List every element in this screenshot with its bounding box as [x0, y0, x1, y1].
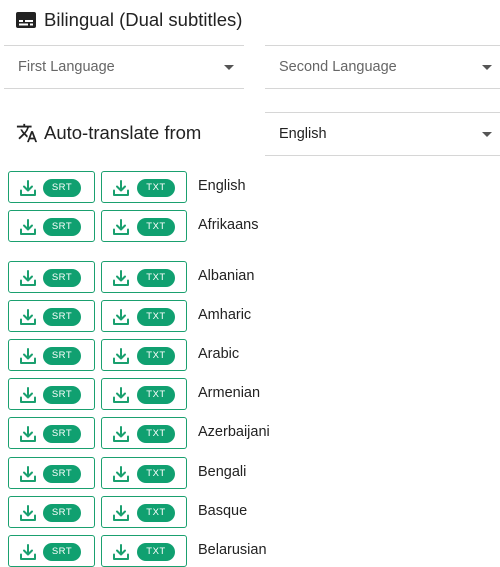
- language-label: Bengali: [198, 464, 247, 480]
- download-txt-button[interactable]: TXT: [101, 210, 187, 242]
- download-icon: [20, 426, 36, 442]
- language-label: Amharic: [198, 307, 252, 323]
- download-txt-button[interactable]: TXT: [101, 378, 187, 410]
- download-srt-button[interactable]: SRT: [8, 496, 95, 528]
- txt-badge: TXT: [137, 386, 175, 404]
- auto-translate-label-row: Auto-translate from: [16, 120, 201, 146]
- download-icon: [113, 426, 129, 442]
- download-txt-button[interactable]: TXT: [101, 171, 187, 203]
- txt-badge: TXT: [137, 179, 175, 197]
- language-row: SRT TXT Amharic: [8, 300, 500, 332]
- download-icon: [20, 219, 36, 235]
- srt-badge: SRT: [43, 269, 81, 287]
- download-icon: [113, 219, 129, 235]
- language-row: SRT TXT Arabic: [8, 339, 500, 371]
- download-srt-button[interactable]: SRT: [8, 417, 95, 449]
- srt-badge: SRT: [43, 347, 81, 365]
- srt-badge: SRT: [43, 465, 81, 483]
- srt-badge: SRT: [43, 543, 81, 561]
- srt-badge: SRT: [43, 218, 81, 236]
- txt-badge: TXT: [137, 347, 175, 365]
- download-icon: [113, 505, 129, 521]
- download-srt-button[interactable]: SRT: [8, 300, 95, 332]
- second-language-select[interactable]: Second Language: [265, 45, 500, 89]
- download-icon: [20, 180, 36, 196]
- language-label: English: [198, 178, 246, 194]
- srt-badge: SRT: [43, 386, 81, 404]
- txt-badge: TXT: [137, 218, 175, 236]
- language-row: SRT TXT Afrikaans: [8, 210, 500, 242]
- language-row: SRT TXT Bengali: [8, 457, 500, 489]
- language-label: Armenian: [198, 385, 261, 401]
- download-icon: [20, 309, 36, 325]
- download-txt-button[interactable]: TXT: [101, 496, 187, 528]
- dual-subtitles-header: Bilingual (Dual subtitles): [16, 7, 242, 33]
- download-icon: [113, 348, 129, 364]
- txt-badge: TXT: [137, 269, 175, 287]
- language-label: Albanian: [198, 268, 255, 284]
- first-language-placeholder: First Language: [18, 59, 115, 75]
- language-label: Azerbaijani: [198, 424, 270, 440]
- download-icon: [113, 180, 129, 196]
- txt-badge: TXT: [137, 465, 175, 483]
- download-icon: [20, 505, 36, 521]
- download-icon: [20, 348, 36, 364]
- language-row: SRT TXT Basque: [8, 496, 500, 528]
- srt-badge: SRT: [43, 504, 81, 522]
- language-row: SRT TXT Armenian: [8, 378, 500, 410]
- download-icon: [113, 544, 129, 560]
- download-txt-button[interactable]: TXT: [101, 300, 187, 332]
- language-label: Belarusian: [198, 542, 267, 558]
- translate-icon: [16, 123, 38, 143]
- txt-badge: TXT: [137, 308, 175, 326]
- download-icon: [113, 270, 129, 286]
- download-srt-button[interactable]: SRT: [8, 535, 95, 567]
- language-row: SRT TXT Azerbaijani: [8, 417, 500, 449]
- srt-badge: SRT: [43, 308, 81, 326]
- auto-translate-select[interactable]: English: [265, 112, 500, 156]
- dropdown-arrow-icon: [482, 64, 492, 70]
- download-icon: [113, 309, 129, 325]
- download-txt-button[interactable]: TXT: [101, 417, 187, 449]
- download-icon: [20, 466, 36, 482]
- dropdown-arrow-icon: [224, 64, 234, 70]
- download-icon: [20, 544, 36, 560]
- language-row: SRT TXT Albanian: [8, 261, 500, 293]
- txt-badge: TXT: [137, 504, 175, 522]
- language-label: Basque: [198, 503, 248, 519]
- download-icon: [20, 387, 36, 403]
- download-txt-button[interactable]: TXT: [101, 457, 187, 489]
- download-icon: [113, 466, 129, 482]
- second-language-placeholder: Second Language: [279, 59, 397, 75]
- txt-badge: TXT: [137, 543, 175, 561]
- first-language-select[interactable]: First Language: [4, 45, 244, 89]
- srt-badge: SRT: [43, 425, 81, 443]
- srt-badge: SRT: [43, 179, 81, 197]
- download-icon: [113, 387, 129, 403]
- download-srt-button[interactable]: SRT: [8, 457, 95, 489]
- download-srt-button[interactable]: SRT: [8, 339, 95, 371]
- language-row: SRT TXT English: [8, 171, 500, 203]
- subtitles-icon: [16, 12, 36, 28]
- language-row: SRT TXT Belarusian: [8, 535, 500, 567]
- download-srt-button[interactable]: SRT: [8, 261, 95, 293]
- language-label: Arabic: [198, 346, 240, 362]
- download-srt-button[interactable]: SRT: [8, 171, 95, 203]
- download-srt-button[interactable]: SRT: [8, 378, 95, 410]
- download-icon: [20, 270, 36, 286]
- auto-translate-value: English: [279, 126, 327, 142]
- download-txt-button[interactable]: TXT: [101, 535, 187, 567]
- download-txt-button[interactable]: TXT: [101, 261, 187, 293]
- page-title: Bilingual (Dual subtitles): [44, 9, 243, 30]
- download-srt-button[interactable]: SRT: [8, 210, 95, 242]
- txt-badge: TXT: [137, 425, 175, 443]
- download-txt-button[interactable]: TXT: [101, 339, 187, 371]
- auto-translate-label: Auto-translate from: [44, 122, 202, 143]
- language-label: Afrikaans: [198, 217, 259, 233]
- dropdown-arrow-icon: [482, 131, 492, 137]
